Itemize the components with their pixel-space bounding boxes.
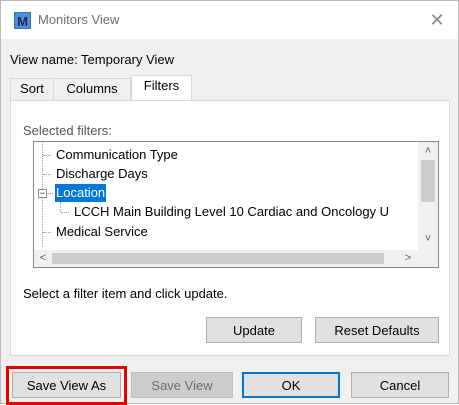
tree-item-medical-service[interactable]: Medical Service <box>56 223 148 241</box>
selected-filters-label: Selected filters: <box>23 123 112 138</box>
scroll-down-icon[interactable]: ˅ <box>420 232 436 246</box>
tree-item-communication-type[interactable]: Communication Type <box>56 146 178 164</box>
highlight-annotation <box>6 366 127 405</box>
reset-defaults-button[interactable]: Reset Defaults <box>315 317 439 343</box>
tab-sort[interactable]: Sort <box>10 78 54 100</box>
update-button[interactable]: Update <box>206 317 302 343</box>
tree-connector <box>43 155 51 156</box>
tab-filters[interactable]: Filters <box>131 75 192 100</box>
tab-sort-label: Sort <box>20 81 44 96</box>
filter-instruction-text: Select a filter item and click update. <box>23 286 228 301</box>
ok-button[interactable]: OK <box>242 372 340 398</box>
scroll-right-icon[interactable]: > <box>400 251 416 265</box>
selected-filters-tree[interactable]: Communication Type Discharge Days − Loca… <box>33 141 439 268</box>
app-icon: M <box>14 12 31 29</box>
vertical-scroll-thumb[interactable] <box>421 160 435 202</box>
view-name-label: View name: Temporary View <box>10 52 175 67</box>
cancel-button[interactable]: Cancel <box>351 372 449 398</box>
tree-item-lcch-main-building[interactable]: LCCH Main Building Level 10 Cardiac and … <box>74 203 389 221</box>
scrollbar-corner <box>418 250 438 267</box>
tree-item-discharge-days[interactable]: Discharge Days <box>56 165 148 183</box>
tab-columns-label: Columns <box>66 81 118 96</box>
tree-connector <box>48 193 53 194</box>
collapse-icon[interactable]: − <box>38 189 47 198</box>
horizontal-scrollbar[interactable]: < > <box>34 250 418 267</box>
tab-columns[interactable]: Columns <box>53 78 131 100</box>
scroll-up-icon[interactable]: ˄ <box>420 144 436 158</box>
horizontal-scroll-thumb[interactable] <box>52 253 384 264</box>
tree-connector <box>61 212 69 213</box>
monitors-view-dialog: M Monitors View ✕ View name: Temporary V… <box>0 0 459 405</box>
save-view-button[interactable]: Save View <box>131 372 233 398</box>
title-bar: M Monitors View ✕ <box>1 1 458 39</box>
close-icon[interactable]: ✕ <box>426 10 448 30</box>
tree-item-location[interactable]: Location <box>55 184 107 202</box>
tree-connector <box>43 174 51 175</box>
window-title: Monitors View <box>38 12 120 27</box>
tab-filters-label: Filters <box>143 78 180 93</box>
tree-connector <box>60 202 61 212</box>
scroll-left-icon[interactable]: < <box>35 251 51 265</box>
vertical-scrollbar[interactable]: ˄ ˅ <box>418 142 438 250</box>
tree-connector <box>43 232 51 233</box>
